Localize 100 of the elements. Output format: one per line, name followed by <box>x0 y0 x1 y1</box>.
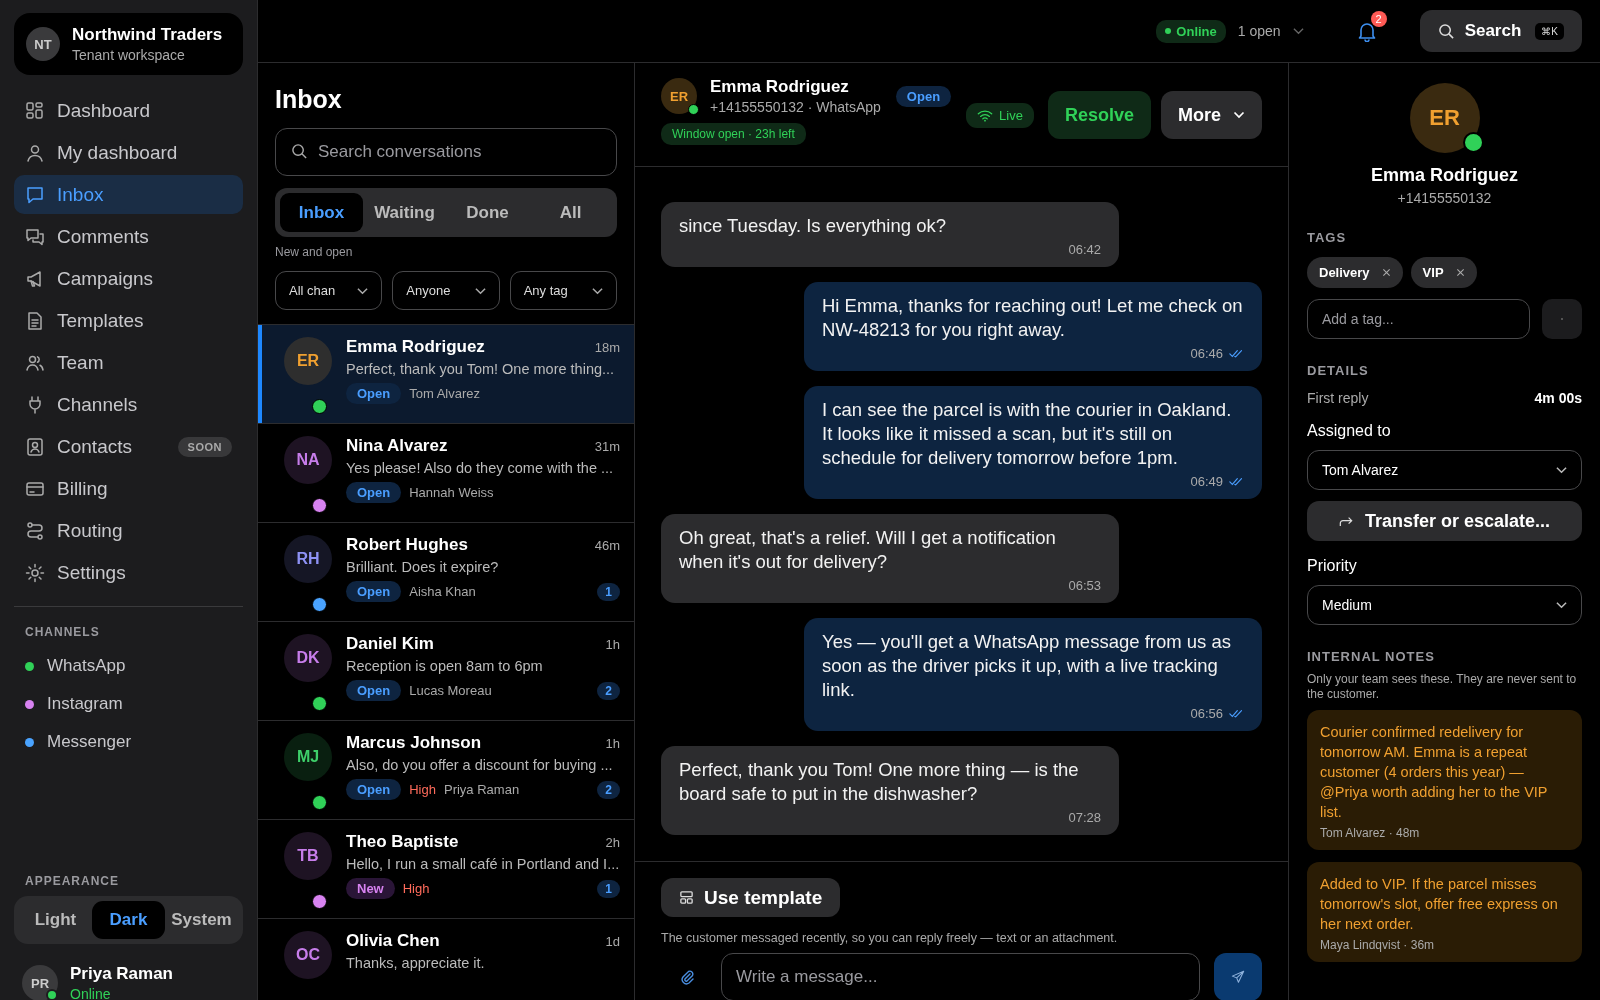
channel-item[interactable]: WhatsApp <box>14 647 243 685</box>
message-preview: Hello, I run a small café in Portland and I... <box>346 856 620 872</box>
contact-avatar: ER <box>1409 83 1480 153</box>
conversation-item[interactable]: DK Daniel Kim 1h Reception is open 8am to 6pm Open Lucas Moreau 2 <box>258 622 634 721</box>
chat-bubble-icon <box>25 184 45 205</box>
message-preview: Brilliant. Does it expire? <box>346 559 500 575</box>
close-icon[interactable] <box>1381 268 1391 277</box>
contact-avatar: ER <box>284 337 332 385</box>
notes-hint: Only your team sees these. They are never sent to the customer. <box>1307 672 1578 702</box>
message-input[interactable]: Write a message... <box>721 953 1200 1000</box>
tab[interactable]: Done <box>446 193 529 232</box>
paperclip-icon[interactable] <box>679 969 695 985</box>
close-icon[interactable] <box>1455 268 1465 277</box>
conversation-time: 18m <box>594 339 620 355</box>
message-time: 06:56 <box>1190 706 1223 721</box>
status-badge: Open <box>346 482 402 503</box>
filter-dropdown[interactable]: Anyone <box>392 271 500 310</box>
tag-input[interactable]: Add a tag... <box>1307 299 1530 339</box>
assignee-name: Aisha Khan <box>409 584 476 599</box>
field-label: Priority <box>1307 557 1358 575</box>
message-time: 06:46 <box>1190 346 1223 361</box>
conversation-item[interactable]: MJ Marcus Johnson 1h Also, do you offer a discount for buying ... Open High Priya Raman 2 <box>258 721 634 820</box>
priority-select[interactable]: Medium <box>1307 585 1582 625</box>
more-button[interactable]: More <box>1161 91 1262 139</box>
message-text: since Tuesday. Is everything ok? <box>679 214 948 238</box>
tag-chip: VIP <box>1410 257 1477 288</box>
conversation-item[interactable]: ER Emma Rodriguez 18m Perfect, thank you Tom! One more thing... Open Tom Alvarez <box>258 325 634 424</box>
section-heading: CHANNELS <box>24 625 101 639</box>
conversation-time: 31m <box>594 438 620 454</box>
nav-item[interactable]: Routing <box>14 511 243 550</box>
search-icon <box>291 143 308 160</box>
nav-item[interactable]: Channels <box>14 385 243 424</box>
chevron-down-icon <box>1556 466 1567 474</box>
contact-name: Nina Alvarez <box>346 436 448 456</box>
nav-item[interactable]: Contacts SOON <box>14 427 243 466</box>
filter-dropdown[interactable]: All chan <box>275 271 383 310</box>
conversation-item[interactable]: NA Nina Alvarez 31m Yes please! Also do they come with the ... Open Hannah Weiss <box>258 424 634 523</box>
appearance-option[interactable]: System <box>165 901 238 939</box>
person-icon <box>25 142 45 163</box>
grid-icon <box>25 100 45 121</box>
online-pill[interactable]: Online <box>1156 19 1226 43</box>
tab[interactable]: All <box>529 193 612 232</box>
tab[interactable]: Waiting <box>363 193 446 232</box>
chat-bubbles-icon <box>25 226 45 247</box>
nav-item[interactable]: Team <box>14 343 243 382</box>
nav-item[interactable]: Templates <box>14 301 243 340</box>
search-field[interactable]: Search conversations <box>275 128 617 176</box>
conversation-item[interactable]: OC Olivia Chen 1d Thanks, appreciate it. <box>258 919 634 1000</box>
tab-hint: New and open <box>275 245 354 259</box>
nav-item[interactable]: Comments <box>14 217 243 256</box>
unread-count: 2 <box>597 681 620 700</box>
message-text: Oh great, that's a relief. Will I get a notification when it's out for delivery? <box>679 526 1057 574</box>
filter-dropdown[interactable]: Any tag <box>509 271 617 310</box>
nav-item[interactable]: Settings <box>14 553 243 592</box>
window-pill: Window open · 23h left <box>661 123 806 145</box>
nav-item[interactable]: My dashboard <box>14 133 243 172</box>
appearance-option[interactable]: Dark <box>92 901 165 939</box>
chevron-down-icon <box>357 286 369 295</box>
section-heading: INTERNAL NOTES <box>1307 649 1436 664</box>
open-count[interactable]: 1 open <box>1237 23 1281 39</box>
contact-phone: +14155550132 · WhatsApp <box>710 99 881 115</box>
message-time: 06:53 <box>1068 578 1101 593</box>
appearance-option[interactable]: Light <box>19 901 92 939</box>
contact-avatar: TB <box>284 832 332 880</box>
assignee-name: Priya Raman <box>444 782 520 797</box>
tab[interactable]: Inbox <box>280 193 363 232</box>
nav-item[interactable]: Billing <box>14 469 243 508</box>
transfer-button[interactable]: Transfer or escalate... <box>1307 501 1582 541</box>
contact-avatar: RH <box>284 535 332 583</box>
use-template-button[interactable]: Use template <box>661 878 841 917</box>
send-button[interactable] <box>1214 953 1262 1000</box>
search-button[interactable]: Search ⌘K <box>1419 10 1582 52</box>
unread-count: 1 <box>597 582 620 601</box>
conversation-item[interactable]: RH Robert Hughes 46m Brilliant. Does it expire? Open Aisha Khan 1 <box>258 523 634 622</box>
live-pill: Live <box>966 102 1034 128</box>
status-badge: New <box>346 878 395 899</box>
workspace-card[interactable]: NT Northwind Traders Tenant workspace <box>14 13 243 75</box>
message-time: 06:49 <box>1190 474 1223 489</box>
assignee-select[interactable]: Tom Alvarez <box>1307 450 1582 490</box>
nav-item[interactable]: Campaigns <box>14 259 243 298</box>
composer-hint: The customer messaged recently, so you can reply freely — text or an attachment. <box>661 931 1119 945</box>
conversation-item[interactable]: TB Theo Baptiste 2h Hello, I run a small café in Portland and I... New High 1 <box>258 820 634 919</box>
nav-item[interactable]: Inbox <box>14 175 243 214</box>
channel-item[interactable]: Instagram <box>14 685 243 723</box>
contact-name: Emma Rodriguez <box>1371 165 1518 186</box>
channel-item[interactable]: Messenger <box>14 723 243 761</box>
settings-icon <box>25 562 45 583</box>
status-badge: Open <box>346 779 402 800</box>
message-text: I can see the parcel is with the courier in Oakland. It looks like it missed a scan, but it's still on schedule for delivery tomorrow before 1pm. <box>822 398 1233 470</box>
message-time: 06:42 <box>1068 242 1101 257</box>
status-badge: Open <box>895 85 952 107</box>
section-heading: DETAILS <box>1307 363 1370 378</box>
template-icon <box>679 890 694 905</box>
nav-item[interactable]: Dashboard <box>14 91 243 130</box>
detail-label: First reply <box>1307 390 1369 406</box>
resolve-button[interactable]: Resolve <box>1047 91 1151 139</box>
message-preview: Thanks, appreciate it. <box>346 955 486 971</box>
conversation-time: 1h <box>605 735 620 751</box>
contact-name: Marcus Johnson <box>346 733 482 753</box>
assignee-name: Lucas Moreau <box>409 683 492 698</box>
